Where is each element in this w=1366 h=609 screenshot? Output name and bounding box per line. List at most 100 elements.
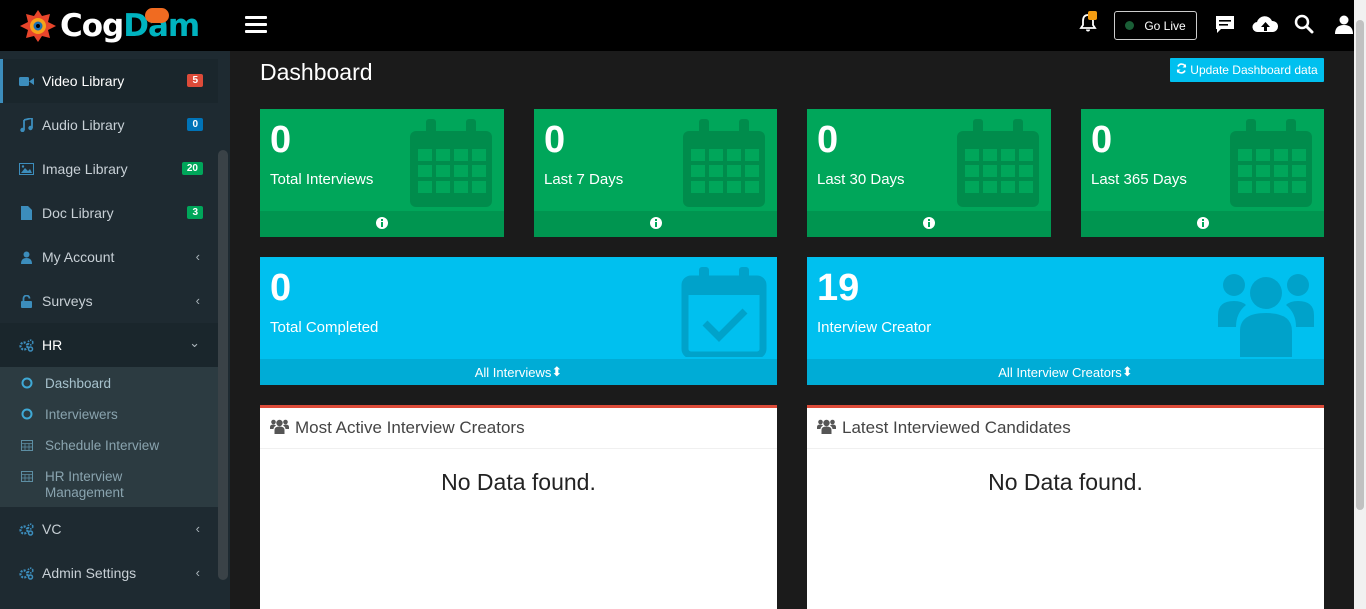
stat-box-total-interviews: 0 Total Interviews (260, 109, 504, 237)
sidebar-item-label: Image Library (42, 161, 128, 177)
stat-label: Last 365 Days (1091, 171, 1187, 188)
brand-logo[interactable]: CogDam (0, 0, 230, 51)
document-icon (18, 206, 34, 220)
sidebar-item-label: HR (42, 337, 63, 353)
logo-icon (18, 8, 58, 44)
users-icon (1218, 267, 1314, 362)
search-icon[interactable] (1294, 14, 1314, 39)
users-icon (817, 418, 842, 439)
image-icon (18, 162, 34, 176)
stat-label: Total Interviews (270, 171, 374, 188)
info-circle-icon (376, 216, 388, 232)
go-live-button[interactable]: Go Live (1114, 11, 1197, 40)
sidebar-item-label: VC (42, 521, 62, 537)
stat-box-last-30-days: 0 Last 30 Days (807, 109, 1051, 237)
main-content: Dashboard Update Dashboard data 0 Total … (230, 51, 1354, 609)
audio-count-badge: 0 (187, 118, 203, 131)
footer-label: All Interview Creators (998, 364, 1122, 380)
stat-label: Interview Creator (817, 319, 932, 336)
submenu-item-schedule-interview[interactable]: Schedule Interview (0, 431, 218, 462)
most-active-creators-panel: Most Active Interview Creators No Data f… (260, 405, 777, 609)
sidebar-item-label: Surveys (42, 293, 93, 309)
sidebar-item-label: Video Library (42, 73, 125, 89)
user-icon (18, 250, 34, 264)
submenu-item-label: Schedule Interview (45, 438, 160, 453)
panel-title: Latest Interviewed Candidates (842, 418, 1071, 437)
chevron-left-icon: ‹ (195, 565, 200, 580)
sidebar-item-label: My Account (42, 249, 115, 265)
stat-label: Last 7 Days (544, 171, 624, 188)
page-scrollbar[interactable] (1354, 0, 1366, 609)
sort-icon: ⬍ (1121, 364, 1133, 379)
doc-count-badge: 3 (187, 206, 203, 219)
update-dashboard-label: Update Dashboard data (1190, 63, 1318, 77)
live-status-dot (1125, 21, 1135, 30)
footer-label: All Interviews (474, 364, 552, 380)
gears-icon (18, 522, 34, 536)
empty-state-message: No Data found. (988, 469, 1143, 495)
chevron-down-icon: ⌄ (189, 335, 200, 350)
sidebar-item-my-account[interactable]: My Account ‹ (0, 235, 218, 279)
info-circle-icon (1196, 216, 1209, 232)
update-dashboard-button[interactable]: Update Dashboard data (1170, 58, 1324, 82)
sidebar-item-video-library[interactable]: Video Library 5 (0, 59, 218, 103)
panel-title: Most Active Interview Creators (295, 418, 525, 437)
stat-box-interview-creator: 19 Interview Creator All Interview Creat… (807, 257, 1324, 385)
calendar-icon (21, 439, 35, 455)
image-count-badge: 20 (181, 162, 203, 175)
user-profile-icon[interactable] (1334, 14, 1354, 39)
stat-box-last-365-days: 0 Last 365 Days (1081, 109, 1324, 237)
scrollbar-thumb[interactable] (1356, 20, 1364, 510)
calendar-icon (1228, 119, 1314, 214)
sidebar: CogDam Video Library 5 Audio Library 0 I… (0, 0, 230, 609)
music-icon (18, 118, 34, 132)
info-footer[interactable] (534, 211, 777, 237)
panel-header: Latest Interviewed Candidates (807, 408, 1324, 449)
info-footer[interactable] (807, 211, 1051, 237)
chevron-left-icon: ‹ (195, 293, 200, 308)
calendar-icon (408, 119, 494, 214)
info-footer[interactable] (1081, 211, 1324, 237)
stat-value: 0 (817, 119, 839, 161)
all-interviews-link[interactable]: All Interviews ⬍ (260, 359, 777, 385)
submenu-item-label: Interviewers (45, 407, 118, 422)
stat-value: 0 (1091, 119, 1113, 161)
calendar-icon (681, 119, 767, 214)
stat-box-total-completed: 0 Total Completed All Interviews ⬍ (260, 257, 777, 385)
hamburger-menu-icon[interactable] (245, 16, 267, 34)
sidebar-item-image-library[interactable]: Image Library 20 (0, 147, 218, 191)
info-circle-icon (649, 216, 662, 232)
stat-value: 0 (544, 119, 566, 161)
sort-icon: ⬍ (551, 364, 563, 379)
info-footer[interactable] (260, 211, 504, 237)
notification-badge (1088, 11, 1097, 20)
circle-icon (21, 408, 35, 424)
sidebar-item-audio-library[interactable]: Audio Library 0 (0, 103, 218, 147)
empty-state-message: No Data found. (441, 469, 596, 495)
sidebar-item-hr[interactable]: HR ⌄ (0, 323, 218, 367)
all-interview-creators-link[interactable]: All Interview Creators ⬍ (807, 359, 1324, 385)
latest-candidates-panel: Latest Interviewed Candidates No Data fo… (807, 405, 1324, 609)
stat-label: Total Completed (270, 319, 379, 336)
stat-value: 0 (270, 119, 292, 161)
cloud-upload-icon[interactable] (1252, 14, 1279, 41)
calendar-icon (955, 119, 1041, 214)
submenu-item-interviewers[interactable]: Interviewers (0, 400, 218, 431)
stat-box-last-7-days: 0 Last 7 Days (534, 109, 777, 237)
sidebar-item-vc[interactable]: VC ‹ (0, 507, 218, 551)
submenu-item-hr-interview-management[interactable]: HR Interview Management (0, 462, 218, 505)
unlock-icon (18, 294, 34, 308)
top-navbar: Go Live (230, 0, 1366, 51)
brand-cog: Cog (60, 7, 124, 44)
page-title: Dashboard (260, 59, 373, 85)
submenu-item-dashboard[interactable]: Dashboard (0, 369, 218, 400)
sidebar-scrollbar[interactable] (218, 150, 228, 580)
info-circle-icon (923, 216, 935, 232)
go-live-label: Go Live (1144, 18, 1186, 33)
stat-value: 0 (270, 267, 292, 309)
circle-icon (21, 377, 35, 393)
chat-icon[interactable] (1214, 14, 1236, 41)
sidebar-item-surveys[interactable]: Surveys ‹ (0, 279, 218, 323)
sidebar-item-admin-settings[interactable]: Admin Settings ‹ (0, 551, 218, 595)
sidebar-item-doc-library[interactable]: Doc Library 3 (0, 191, 218, 235)
